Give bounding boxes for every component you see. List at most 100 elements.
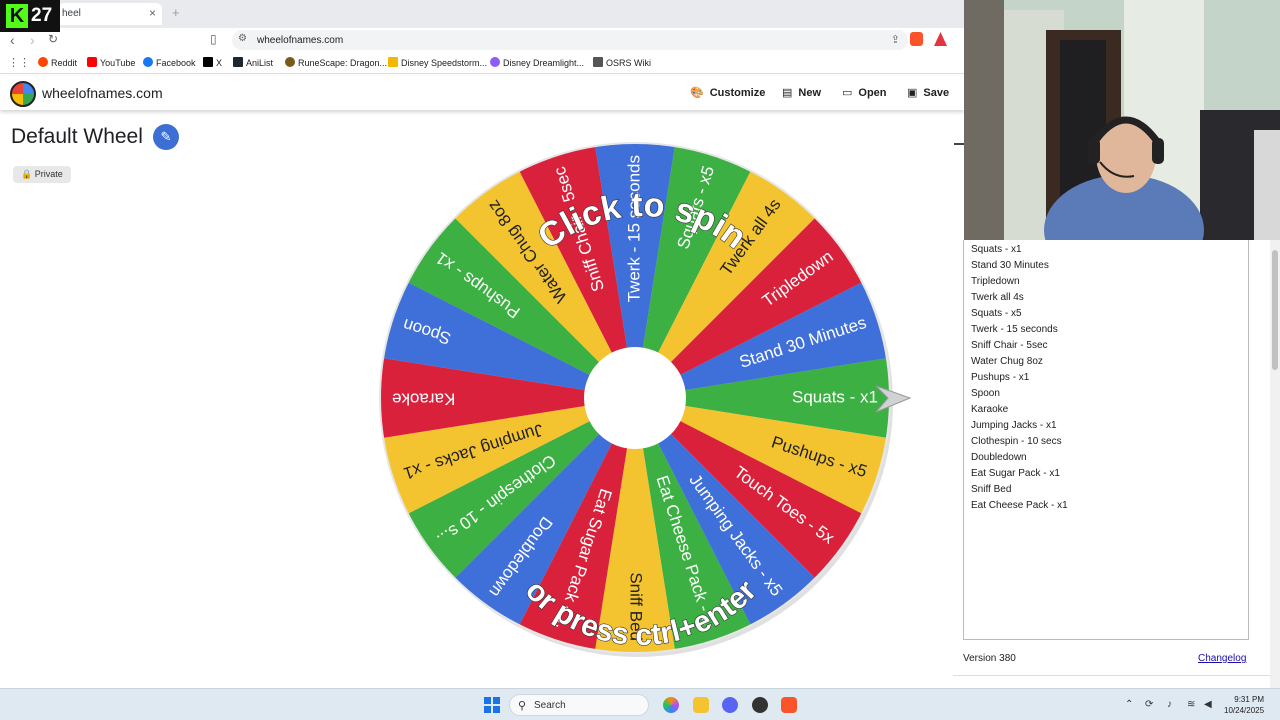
site-settings-icon[interactable]: ⚙ bbox=[238, 33, 247, 44]
sync-icon[interactable]: ⟳ bbox=[1145, 699, 1153, 710]
brave-icon[interactable] bbox=[781, 697, 797, 713]
wheel-segment-label: Squats - x1 bbox=[792, 387, 878, 406]
runescape-icon bbox=[285, 57, 295, 67]
speedstorm-icon bbox=[388, 57, 398, 67]
obs-icon[interactable] bbox=[752, 697, 768, 713]
wheel-logo-icon[interactable] bbox=[10, 81, 36, 107]
youtube-icon bbox=[87, 57, 97, 67]
taskbar-clock[interactable]: 9:31 PM 10/24/2025 bbox=[1224, 694, 1264, 716]
kick-logo-icon: K bbox=[6, 4, 28, 28]
tab-close-icon[interactable]: × bbox=[149, 6, 156, 20]
panel-divider bbox=[953, 675, 1270, 676]
file-icon: ▤ bbox=[782, 87, 793, 99]
bookmark-icon[interactable]: ▯ bbox=[210, 32, 217, 46]
tab-title: heel bbox=[62, 8, 81, 19]
entry-line: Sniff Chair - 5sec bbox=[971, 340, 1048, 351]
new-button[interactable]: ▤ New bbox=[782, 86, 821, 99]
scrollbar-thumb[interactable] bbox=[1272, 250, 1278, 370]
bookmark-osrs-wiki[interactable]: OSRS Wiki bbox=[593, 57, 651, 68]
save-button[interactable]: ▣ Save bbox=[907, 86, 949, 99]
pencil-icon: ✎ bbox=[160, 129, 172, 144]
volume-icon[interactable]: ◀ bbox=[1204, 699, 1212, 710]
bookmark-anilist[interactable]: AniList bbox=[233, 57, 273, 68]
private-badge[interactable]: 🔒 Private bbox=[13, 166, 71, 183]
entry-line: Eat Sugar Pack - x1 bbox=[971, 468, 1060, 479]
entry-line: Twerk - 15 seconds bbox=[971, 324, 1058, 335]
new-tab-icon[interactable]: + bbox=[172, 5, 180, 20]
webcam-overlay bbox=[964, 0, 1280, 240]
copilot-icon[interactable] bbox=[663, 697, 679, 713]
bookmark-disney-dreamlight[interactable]: Disney Dreamlight... bbox=[490, 57, 584, 68]
stream-counter: 27 bbox=[31, 5, 53, 26]
taskbar-search[interactable]: ⚲ Search bbox=[509, 694, 649, 716]
entry-line: Squats - x5 bbox=[971, 308, 1022, 319]
bookmark-reddit[interactable]: Reddit bbox=[38, 57, 77, 68]
page-scrollbar[interactable] bbox=[1270, 240, 1280, 690]
lock-icon: 🔒 bbox=[21, 169, 33, 179]
entry-line: Karaoke bbox=[971, 404, 1009, 415]
bookmark-runescape[interactable]: RuneScape: Dragon... bbox=[285, 57, 387, 68]
open-button[interactable]: ▭ Open bbox=[842, 86, 887, 99]
brave-shield-icon[interactable] bbox=[910, 32, 923, 46]
customize-button[interactable]: 🎨 Customize bbox=[690, 86, 765, 99]
url-text: wheelofnames.com bbox=[257, 35, 344, 46]
bookmark-facebook[interactable]: Facebook bbox=[143, 57, 196, 68]
file-explorer-icon[interactable] bbox=[693, 697, 709, 713]
bookmark-x[interactable]: X bbox=[203, 57, 222, 68]
osrs-wiki-icon bbox=[593, 57, 603, 67]
browser-tab[interactable]: heel × bbox=[58, 3, 162, 25]
entries-textbox[interactable]: Squats - x1 Stand 30 Minutes Tripledown Twe… bbox=[963, 240, 1249, 640]
entry-line: Pushups - x1 bbox=[971, 372, 1030, 383]
entry-line: Stand 30 Minutes bbox=[971, 260, 1049, 271]
wheel-title: Default Wheel bbox=[11, 125, 143, 148]
entry-line: Squats - x1 bbox=[971, 244, 1022, 255]
stream-badge: K 27 bbox=[0, 0, 60, 32]
dreamlight-icon bbox=[490, 57, 500, 67]
forward-icon[interactable]: › bbox=[30, 32, 35, 48]
entry-line: Twerk all 4s bbox=[971, 292, 1024, 303]
anilist-icon bbox=[233, 57, 243, 67]
clock-time: 9:31 PM bbox=[1234, 695, 1265, 704]
edit-title-button[interactable]: ✎ bbox=[153, 124, 179, 150]
folder-icon: ▭ bbox=[842, 87, 853, 99]
entry-line: Doubledown bbox=[971, 452, 1027, 463]
url-field[interactable]: ⚙ wheelofnames.com ⇪ bbox=[232, 30, 908, 50]
panel-collapse-icon[interactable] bbox=[954, 143, 964, 145]
screen: heel × + K 27 ‹ › ↻ ▯ ⚙ wheelofnames.com… bbox=[0, 0, 1280, 720]
apps-grid-icon[interactable]: ⋮⋮ bbox=[8, 56, 30, 69]
share-icon[interactable]: ⇪ bbox=[891, 33, 900, 46]
save-icon: ▣ bbox=[907, 87, 918, 99]
entry-line: Clothespin - 10 secs bbox=[971, 436, 1062, 447]
discord-icon[interactable] bbox=[722, 697, 738, 713]
entry-line: Jumping Jacks - x1 bbox=[971, 420, 1057, 431]
wheel-segment-label: Twerk - 15 seconds bbox=[624, 155, 643, 302]
microphone-icon[interactable]: ♪ bbox=[1167, 699, 1172, 710]
palette-icon: 🎨 bbox=[690, 87, 704, 99]
clock-date: 10/24/2025 bbox=[1224, 706, 1265, 715]
bookmark-youtube[interactable]: YouTube bbox=[87, 57, 135, 68]
bookmarks-bar: ⋮⋮ Reddit YouTube Facebook X AniList Run… bbox=[0, 52, 964, 74]
reload-icon[interactable]: ↻ bbox=[48, 32, 58, 46]
wheel-segment-label: Karaoke bbox=[392, 390, 455, 409]
spin-wheel[interactable]: Squats - x1Pushups - x5Touch Toes - 5xJu… bbox=[376, 140, 916, 660]
entry-line: Tripledown bbox=[971, 276, 1020, 287]
taskbar-search-label: Search bbox=[534, 700, 566, 711]
changelog-link[interactable]: Changelog bbox=[1198, 653, 1246, 664]
search-icon: ⚲ bbox=[518, 700, 527, 712]
back-icon[interactable]: ‹ bbox=[10, 32, 15, 48]
entry-line: Spoon bbox=[971, 388, 1000, 399]
version-label: Version 380 bbox=[963, 653, 1016, 664]
address-bar-row: ‹ › ↻ ▯ ⚙ wheelofnames.com ⇪ bbox=[0, 28, 964, 52]
windows-taskbar: ⚲ Search ⌃ ⟳ ♪ ≋ ◀ 9:31 PM 10/24/2025 bbox=[0, 688, 1280, 720]
entry-line: Sniff Bed bbox=[971, 484, 1012, 495]
tray-chevron-icon[interactable]: ⌃ bbox=[1125, 699, 1133, 710]
tab-strip: heel × + bbox=[0, 0, 964, 28]
reddit-icon bbox=[38, 57, 48, 67]
entry-line: Water Chug 8oz bbox=[971, 356, 1043, 367]
site-name[interactable]: wheelofnames.com bbox=[42, 85, 163, 101]
wifi-icon[interactable]: ≋ bbox=[1187, 699, 1195, 710]
site-header: wheelofnames.com 🎨 Customize ▤ New ▭ Open ▣… bbox=[0, 76, 964, 110]
windows-start-icon[interactable] bbox=[484, 697, 500, 713]
facebook-icon bbox=[143, 57, 153, 67]
bookmark-disney-speedstorm[interactable]: Disney Speedstorm... bbox=[388, 57, 487, 68]
